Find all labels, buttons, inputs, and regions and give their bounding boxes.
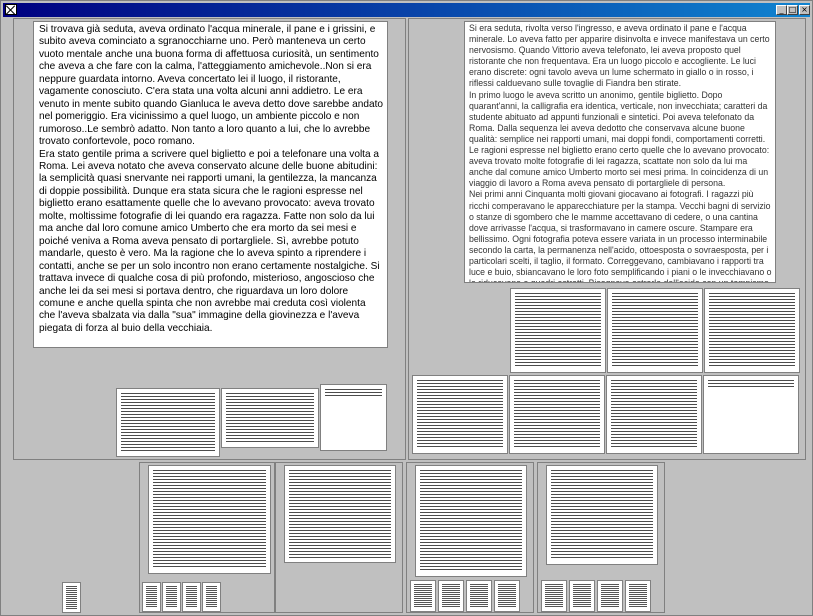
- page-thumbnail[interactable]: [320, 384, 387, 451]
- pane-top-left: Si trovava già seduta, aveva ordinato l'…: [13, 18, 406, 460]
- page-thumbnail[interactable]: [221, 388, 319, 448]
- page-left-zoomed[interactable]: Si trovava già seduta, aveva ordinato l'…: [33, 21, 388, 348]
- page-thumbnail[interactable]: [412, 375, 508, 454]
- page-thumbnail[interactable]: [148, 465, 271, 574]
- right-paragraph-2: In primo luogo le aveva scritto un anoni…: [469, 89, 770, 189]
- maximize-button[interactable]: □: [787, 5, 798, 15]
- page-mini[interactable]: [202, 582, 221, 612]
- page-thumbnail[interactable]: [415, 465, 527, 577]
- right-paragraph-1: Si era seduta, rivolta verso l'ingresso,…: [469, 23, 770, 89]
- page-thumbnail[interactable]: [606, 375, 702, 454]
- page-mini[interactable]: [597, 580, 623, 612]
- left-paragraph-2: Era stato gentile prima a scrivere quel …: [39, 148, 380, 334]
- page-mini[interactable]: [466, 580, 492, 612]
- page-right-zoomed[interactable]: Si era seduta, rivolta verso l'ingresso,…: [464, 21, 776, 283]
- title-bar[interactable]: _ □ ×: [3, 3, 810, 17]
- pane-bottom-1: [62, 462, 275, 613]
- page-mini[interactable]: [438, 580, 464, 612]
- pane-bottom-3: [406, 462, 534, 613]
- workspace: Si trovava già seduta, aveva ordinato l'…: [3, 18, 811, 615]
- page-mini[interactable]: [569, 580, 595, 612]
- page-mini[interactable]: [162, 582, 181, 612]
- left-paragraph-1: Si trovava già seduta, aveva ordinato l'…: [39, 24, 383, 148]
- document-viewer-window: _ □ × Si trovava già seduta, aveva ordin…: [0, 0, 813, 616]
- page-mini[interactable]: [541, 580, 567, 612]
- page-thumbnail[interactable]: [607, 288, 703, 373]
- page-thumbnail[interactable]: [509, 375, 605, 454]
- page-mini[interactable]: [625, 580, 651, 612]
- pane-bottom-4: [537, 462, 665, 613]
- pane-top-right: Si era seduta, rivolta verso l'ingresso,…: [408, 18, 806, 460]
- right-paragraph-3: Nei primi anni Cinquanta molti giovani g…: [469, 189, 772, 282]
- page-thumbnail[interactable]: [510, 288, 606, 373]
- app-icon[interactable]: [5, 4, 17, 15]
- page-mini[interactable]: [62, 582, 81, 613]
- page-mini[interactable]: [182, 582, 201, 612]
- page-thumbnail[interactable]: [703, 375, 799, 454]
- page-thumbnail[interactable]: [116, 388, 220, 457]
- page-mini[interactable]: [142, 582, 161, 612]
- page-mini[interactable]: [494, 580, 520, 612]
- page-thumbnail[interactable]: [284, 465, 396, 563]
- page-thumbnail[interactable]: [704, 288, 800, 373]
- close-button[interactable]: ×: [799, 5, 810, 15]
- page-mini[interactable]: [410, 580, 436, 612]
- minimize-button[interactable]: _: [776, 5, 787, 15]
- pane-bottom-2: [275, 462, 403, 613]
- page-thumbnail[interactable]: [546, 465, 658, 565]
